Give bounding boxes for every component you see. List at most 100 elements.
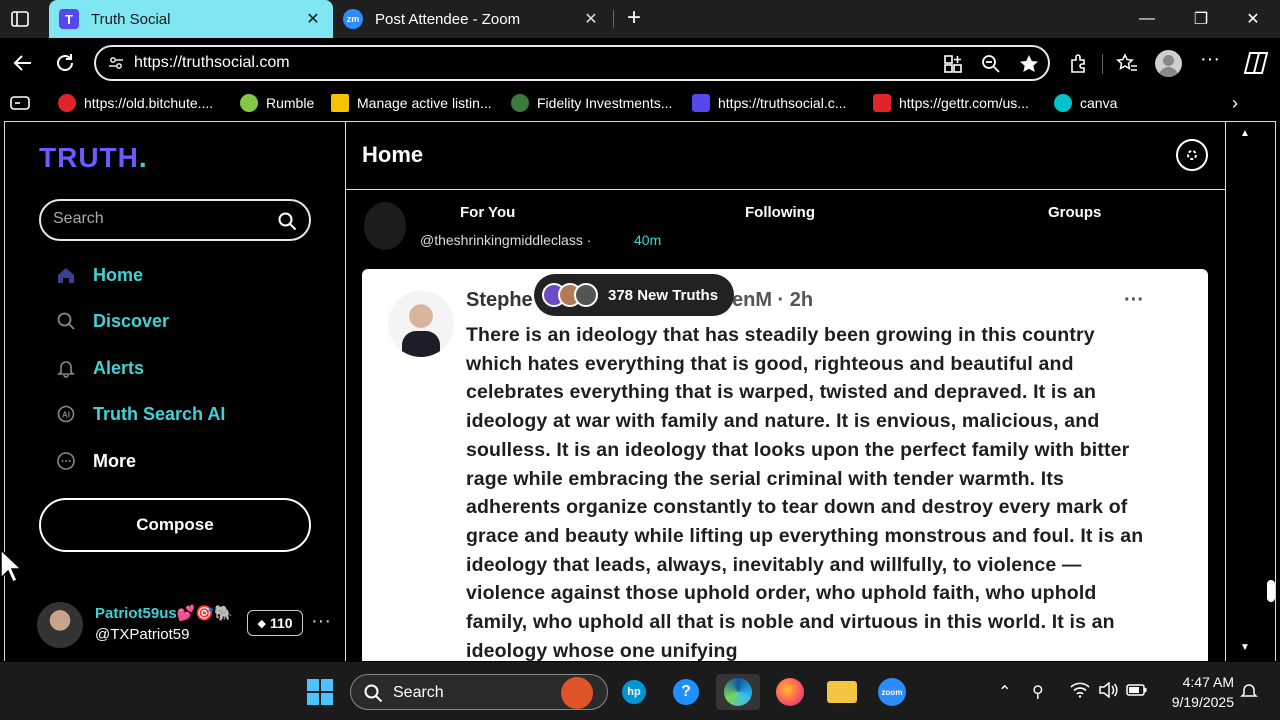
truth-logo[interactable]: TRUTH.	[39, 142, 148, 174]
system-clock[interactable]: 4:47 AM 9/19/2025	[1160, 672, 1234, 712]
search-icon[interactable]	[277, 211, 297, 231]
scrollbar-thumb[interactable]	[1267, 580, 1275, 602]
search-box[interactable]	[39, 199, 311, 241]
new-truths-button[interactable]: 378 New Truths	[534, 274, 734, 316]
bookmark-canva[interactable]: canva	[1054, 92, 1117, 114]
avatar[interactable]	[388, 291, 454, 357]
bitchute-icon	[58, 94, 76, 112]
post-more-icon[interactable]: ···	[1124, 289, 1144, 312]
back-arrow-icon	[13, 55, 31, 71]
more-bookmarks-chevron-icon[interactable]: ›	[1232, 92, 1238, 114]
compose-button[interactable]: Compose	[39, 498, 311, 552]
post-time: 40m	[634, 232, 662, 248]
rumble-icon	[240, 94, 258, 112]
volume-icon[interactable]	[1098, 681, 1118, 703]
bookmark-fidelity[interactable]: Fidelity Investments...	[511, 92, 672, 114]
feed-settings-icon[interactable]	[1176, 139, 1208, 171]
nav-truth-search-ai[interactable]: AI Truth Search AI	[55, 399, 225, 429]
left-sidebar: TRUTH. Home Discover Alerts	[5, 122, 345, 661]
fidelity-icon	[511, 94, 529, 112]
zoom-out-icon[interactable]	[980, 53, 1002, 75]
bookmark-manage-listings[interactable]: Manage active listin...	[331, 92, 492, 114]
close-window-button[interactable]: ✕	[1226, 0, 1280, 38]
restore-button[interactable]: ❐	[1174, 0, 1228, 38]
reload-button[interactable]	[53, 51, 77, 75]
search-input[interactable]	[53, 210, 273, 228]
back-button[interactable]	[11, 51, 35, 75]
new-tab-button[interactable]: +	[622, 6, 646, 30]
firefox-app-icon[interactable]	[772, 674, 808, 710]
ebay-icon	[331, 94, 349, 112]
post-handle-time[interactable]: enM · 2h	[732, 289, 813, 312]
favorites-icon[interactable]	[1116, 52, 1138, 74]
bookmark-rumble[interactable]: Rumble	[240, 92, 314, 114]
profile-name: Patriot59us💕🎯🐘	[95, 605, 233, 622]
app-available-icon[interactable]	[942, 53, 964, 75]
notifications-icon[interactable]	[1240, 682, 1258, 705]
site-info-icon[interactable]	[108, 55, 124, 71]
search-icon	[55, 310, 77, 332]
tab-divider	[613, 10, 614, 28]
previous-post[interactable]: @theshrinkingmiddleclass · 40m	[364, 202, 1224, 252]
reading-list-icon[interactable]	[10, 95, 30, 111]
browser-tab-bar: T Truth Social ✕ zm Post Attendee - Zoom…	[0, 0, 1280, 38]
tab-title: Post Attendee - Zoom	[375, 10, 521, 28]
account-profile[interactable]: Patriot59us💕🎯🐘 @TXPatriot59 ◆ 110 ···	[37, 600, 337, 648]
extensions-icon[interactable]	[1068, 52, 1090, 74]
tab-zoom[interactable]: zm Post Attendee - Zoom ✕	[333, 0, 611, 38]
feed-header: Home	[346, 122, 1226, 190]
bookmark-bitchute[interactable]: https://old.bitchute....	[58, 92, 213, 114]
location-icon[interactable]: ⚲	[1032, 682, 1044, 702]
wifi-icon[interactable]	[1070, 682, 1090, 703]
nav-home[interactable]: Home	[55, 260, 143, 290]
url-text[interactable]: https://truthsocial.com	[134, 54, 290, 72]
battery-icon[interactable]	[1126, 682, 1148, 703]
status-badge[interactable]: ◆ 110	[247, 610, 303, 636]
scroll-down-icon[interactable]: ▼	[1240, 642, 1250, 653]
close-tab-icon[interactable]: ✕	[579, 9, 603, 29]
mouse-cursor-icon	[0, 549, 22, 584]
close-tab-icon[interactable]: ✕	[301, 9, 325, 29]
nav-discover[interactable]: Discover	[55, 306, 169, 336]
page-title: Home	[362, 142, 424, 167]
url-bar[interactable]: https://truthsocial.com	[94, 45, 1050, 81]
profile-avatar-icon[interactable]	[1155, 50, 1182, 77]
taskbar-search[interactable]: Search	[350, 674, 608, 710]
scroll-up-icon[interactable]: ▲	[1240, 128, 1250, 139]
svg-text:AI: AI	[62, 411, 70, 420]
avatar[interactable]	[364, 202, 406, 250]
copilot-icon[interactable]	[1242, 49, 1270, 77]
post-text: There is an ideology that has steadily b…	[466, 324, 1144, 661]
minimize-button[interactable]: —	[1120, 0, 1174, 38]
post-card[interactable]: Stephe enM · 2h ··· There is an ideology…	[362, 269, 1208, 661]
toolbar-divider	[1102, 54, 1103, 74]
help-app-icon[interactable]: ?	[668, 674, 704, 710]
nav-alerts[interactable]: Alerts	[55, 353, 144, 383]
windows-start-icon[interactable]	[306, 678, 334, 706]
search-icon	[364, 684, 383, 703]
avatar[interactable]	[37, 602, 83, 648]
bookmarks-bar: https://old.bitchute.... Rumble Manage a…	[0, 88, 1280, 118]
avatar	[574, 283, 598, 307]
truth-social-favicon-icon: T	[59, 9, 79, 29]
profile-handle: @TXPatriot59	[95, 626, 190, 643]
more-circle-icon	[55, 450, 77, 472]
tab-truth-social[interactable]: T Truth Social ✕	[49, 0, 333, 38]
hp-app-icon[interactable]: hp	[616, 674, 652, 710]
nav-more[interactable]: More	[55, 446, 136, 476]
profile-more-icon[interactable]: ···	[311, 610, 331, 633]
bookmark-gettr[interactable]: https://gettr.com/us...	[873, 92, 1029, 114]
edge-app-icon[interactable]	[716, 674, 760, 710]
post-author-name[interactable]: Stephe	[466, 289, 533, 312]
main-feed: Home For You Following Groups @theshrink…	[345, 122, 1226, 661]
post-handle[interactable]: @theshrinkingmiddleclass ·	[420, 232, 591, 248]
zoom-app-icon[interactable]: zoom	[874, 674, 910, 710]
address-bar-row: https://truthsocial.com ···	[0, 38, 1280, 88]
file-explorer-icon[interactable]	[824, 674, 860, 710]
favorite-star-icon[interactable]	[1018, 53, 1040, 75]
settings-more-icon[interactable]: ···	[1200, 48, 1222, 70]
zoom-favicon-icon: zm	[343, 9, 363, 29]
tray-chevron-icon[interactable]: ⌃	[998, 682, 1011, 702]
tab-actions-icon[interactable]	[10, 9, 30, 29]
bookmark-truthsocial[interactable]: https://truthsocial.c...	[692, 92, 846, 114]
